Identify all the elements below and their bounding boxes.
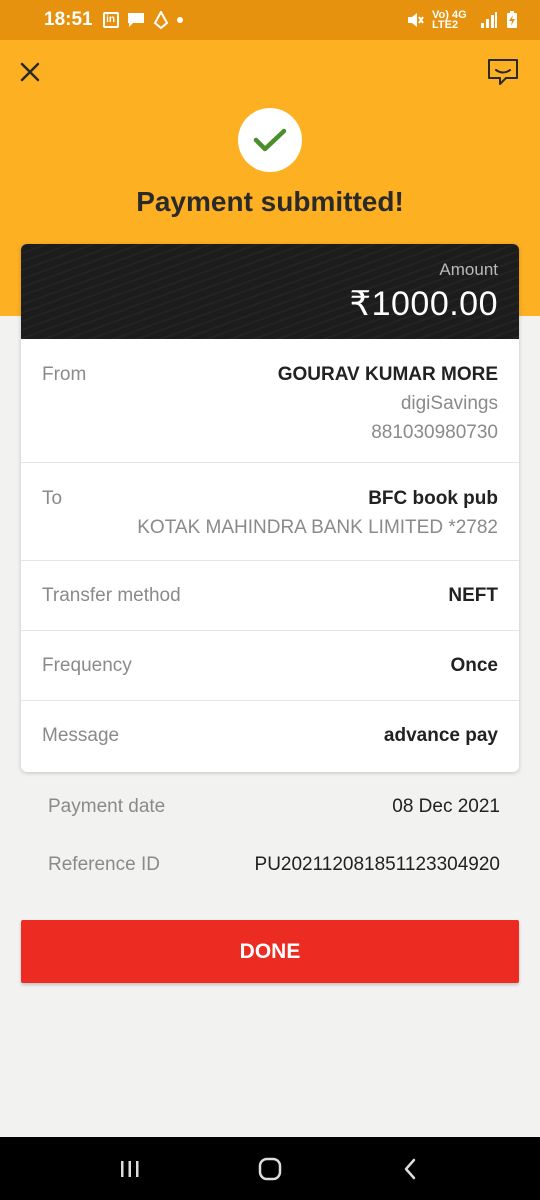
close-icon [20, 62, 40, 82]
back-icon [404, 1158, 416, 1179]
transfer-method-label: Transfer method [42, 584, 181, 606]
payment-date-value: 08 Dec 2021 [392, 796, 500, 817]
amount-value: ₹1000.00 [349, 285, 498, 323]
message-value: advance pay [383, 725, 498, 746]
home-button[interactable] [240, 1144, 300, 1194]
payment-details-card: Amount ₹1000.00 From GOURAV KUMAR MORE d… [21, 244, 519, 772]
mute-icon [408, 13, 424, 27]
frequency-value: Once [450, 654, 498, 676]
status-time: 18:51 [44, 9, 93, 30]
from-row: From GOURAV KUMAR MORE digiSavings 88103… [21, 339, 519, 463]
transfer-method-value: NEFT [448, 584, 498, 606]
payment-date-label: Payment date [48, 796, 166, 817]
from-label: From [42, 364, 87, 385]
network-label: Vo) 4G LTE2 [432, 9, 467, 31]
chat-icon [488, 59, 518, 85]
reference-id-row: Reference ID PU20211208185112330492​0 [48, 854, 500, 876]
system-icons: Vo) 4G LTE2 [406, 9, 518, 31]
to-row: To BFC book pub KOTAK MAHINDRA BANK LIMI… [21, 463, 519, 561]
from-name: GOURAV KUMAR MORE [277, 364, 498, 385]
notification-icons: in [102, 11, 183, 29]
recent-apps-icon [121, 1160, 139, 1177]
close-button[interactable] [14, 54, 46, 90]
frequency-label: Frequency [42, 654, 132, 676]
dot-icon [176, 17, 183, 23]
system-nav-bar [0, 1137, 540, 1200]
to-name: BFC book pub [368, 488, 498, 509]
linkedin-icon: in [102, 12, 119, 28]
page-title: Payment submitted! [136, 186, 404, 217]
transfer-method-row: Transfer method NEFT [21, 561, 519, 631]
battery-charging-icon [507, 11, 517, 28]
app-icon [153, 11, 168, 29]
home-icon [258, 1157, 282, 1180]
from-account-type: digiSavings [400, 393, 498, 414]
payment-date-row: Payment date 08 Dec 2021 [48, 796, 500, 818]
from-account-number: 881030980730 [371, 422, 498, 443]
amount-band: Amount ₹1000.00 [21, 244, 519, 339]
recent-apps-button[interactable] [100, 1144, 160, 1194]
success-check-badge [238, 108, 302, 172]
to-label: To [42, 488, 63, 509]
chat-support-button[interactable] [484, 54, 522, 90]
amount-label: Amount [439, 260, 498, 279]
back-button[interactable] [380, 1144, 440, 1194]
message-row: Message advance pay [21, 701, 519, 771]
message-label: Message [42, 725, 120, 746]
reference-id-label: Reference ID [48, 854, 160, 875]
chat-bubble-icon [127, 13, 144, 27]
signal-icon [481, 12, 497, 28]
done-button[interactable]: DONE [21, 920, 519, 983]
check-icon [253, 128, 287, 152]
reference-id-value: PU20211208185112330492​0 [254, 854, 500, 875]
to-bank: KOTAK MAHINDRA BANK LIMITED *2782 [137, 517, 498, 538]
frequency-row: Frequency Once [21, 631, 519, 701]
status-bar: 18:51 in Vo) 4G LTE2 [0, 0, 540, 40]
